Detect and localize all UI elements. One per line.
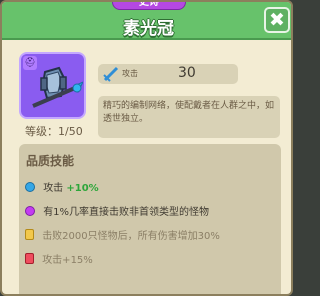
- stat-value: 30: [178, 65, 196, 81]
- quality-skills-panel: 品质技能 攻击 +10% 有1%几率直接击败非首领类型的怪物 击败2000只怪物…: [19, 144, 281, 294]
- close-button[interactable]: ✖: [264, 7, 290, 33]
- helmet-with-spear-icon: [32, 66, 83, 108]
- attack-sword-icon: [103, 66, 119, 82]
- item-title: 素光冠: [123, 19, 174, 39]
- skill-line-2: 有1%几率直接击败非首领类型的怪物: [25, 203, 209, 218]
- attack-stat: 攻击 30: [98, 64, 238, 84]
- red-lock-icon: [25, 253, 34, 264]
- item-detail-panel: 素光冠 史诗 ✖ ⛑ 等级：1/50 攻击 30 精巧的编制网络，使配戴者在人群…: [0, 0, 293, 296]
- skill-line-1: 攻击 +10%: [25, 179, 99, 194]
- skill-2-text: 有1%几率直接击败非首领类型的怪物: [43, 207, 210, 218]
- rarity-badge: 史诗: [112, 2, 186, 10]
- skill-1-value: +10%: [66, 183, 99, 194]
- skills-title: 品质技能: [26, 154, 75, 168]
- item-level: 等级：1/50: [25, 125, 83, 138]
- yellow-lock-icon: [25, 229, 34, 240]
- skill-1-text: 攻击: [43, 183, 64, 194]
- blue-dot-icon: [25, 182, 35, 192]
- item-icon-box: ⛑: [19, 52, 86, 119]
- item-description: 精巧的编制网络，使配戴者在人群之中，如透世独立。: [98, 96, 280, 138]
- stat-label: 攻击: [122, 69, 138, 78]
- skill-3-text: 击败2000只怪物后，所有伤害增加30%: [42, 231, 220, 242]
- close-icon: ✖: [269, 9, 285, 31]
- skill-4-text: 攻击+15%: [42, 255, 93, 266]
- skill-line-4: 攻击+15%: [25, 251, 93, 266]
- purple-dot-icon: [25, 206, 35, 216]
- skill-line-3: 击败2000只怪物后，所有伤害增加30%: [25, 227, 220, 242]
